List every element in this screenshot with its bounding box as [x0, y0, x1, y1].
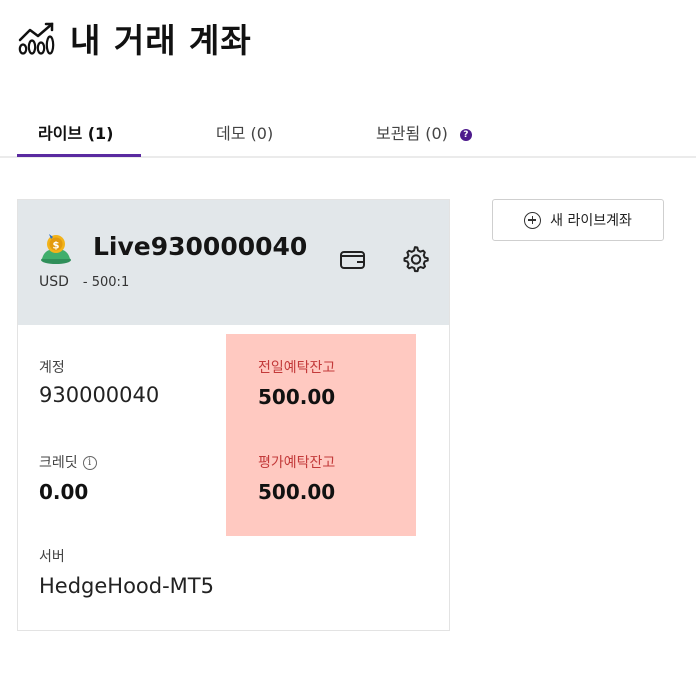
new-live-account-button[interactable]: 새 라이브계좌 — [492, 199, 664, 241]
credit-value: 0.00 — [39, 480, 89, 504]
page-title: 내 거래 계좌 — [70, 21, 252, 60]
account-meta: USD - 500:1 — [39, 274, 129, 290]
eval-balance-value: 500.00 — [258, 480, 336, 504]
account-card: $ Live930000040 USD - 500:1 계정 930000040 … — [17, 199, 450, 631]
metatrader5-icon: $ — [41, 234, 71, 264]
active-tab-indicator — [17, 154, 141, 157]
credit-label-text: 크레딧 — [39, 455, 78, 471]
help-icon[interactable]: ? — [459, 128, 472, 141]
tab-archived-label: 보관됨 (0) — [376, 124, 448, 143]
info-icon[interactable]: i — [82, 456, 97, 470]
account-card-header: $ Live930000040 USD - 500:1 — [18, 200, 449, 325]
account-leverage: - 500:1 — [82, 275, 130, 290]
wallet-icon[interactable] — [339, 248, 367, 272]
account-name: Live930000040 — [93, 232, 308, 261]
tab-demo[interactable]: 데모 (0) — [216, 120, 273, 144]
account-currency: USD — [39, 274, 69, 290]
server-value: HedgeHood-MT5 — [39, 574, 214, 598]
account-number-label: 계정 — [39, 360, 65, 376]
plus-circle-icon — [524, 211, 542, 229]
gear-icon[interactable] — [401, 246, 429, 274]
growth-chart-icon — [18, 22, 55, 55]
credit-label: 크레딧 i — [39, 452, 97, 472]
page-header: 내 거래 계좌 — [18, 14, 252, 62]
new-live-account-label: 새 라이브계좌 — [550, 213, 632, 229]
prev-balance-label: 전일예탁잔고 — [258, 360, 336, 376]
tab-live[interactable]: 라이브 (1) — [38, 120, 114, 144]
server-label: 서버 — [39, 549, 65, 565]
account-number-value: 930000040 — [39, 383, 160, 407]
tab-archived[interactable]: 보관됨 (0)? — [376, 120, 472, 144]
prev-balance-value: 500.00 — [258, 385, 336, 409]
account-tabs: 라이브 (1) 데모 (0) 보관됨 (0)? — [0, 110, 696, 158]
svg-text:$: $ — [53, 241, 60, 252]
eval-balance-label: 평가예탁잔고 — [258, 455, 336, 471]
